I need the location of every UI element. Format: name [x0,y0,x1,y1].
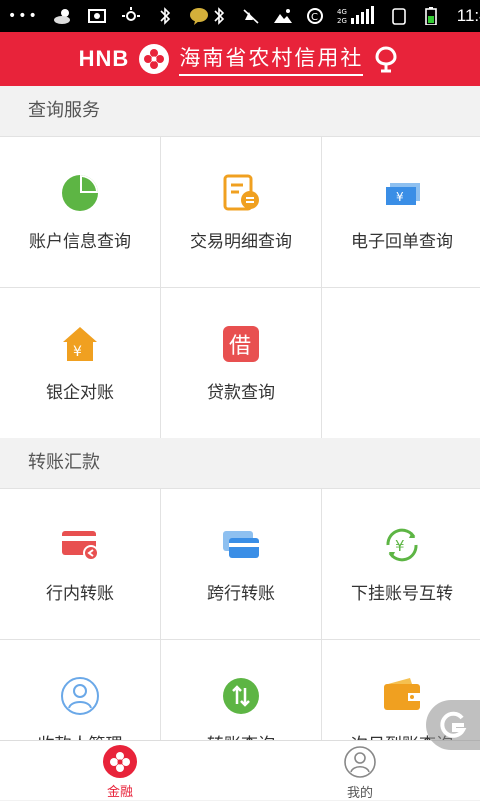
floating-assistant-button[interactable] [426,700,480,750]
transfer-query-icon [221,676,261,716]
loan-icon-text: 借 [229,334,251,359]
data-sync-icon: C [306,8,323,24]
brand-name-en: HNB [78,46,130,71]
linked-account-transfer-button[interactable]: ¥ 下挂账号互转 [322,489,480,639]
exchange-yuan-icon: ¥ [382,525,422,565]
enterprise-reconciliation-label: 银企对账 [46,383,114,403]
app-header: HNB 海南省农村信用社 [0,32,480,86]
loan-query-label: 贷款查询 [207,383,275,403]
bank-logo-icon [139,44,170,74]
loan-query-button[interactable]: 借 贷款查询 [161,288,321,438]
tab-profile-label: 我的 [346,786,373,801]
linked-account-transfer-label: 下挂账号互转 [351,584,453,604]
section-title-transfer: 转账汇款 [0,438,480,488]
bluetooth-off-icon [160,7,170,25]
bottom-tab-bar: 金融 我的 [0,740,480,801]
wallet-icon [382,676,422,716]
enterprise-reconciliation-button[interactable]: ¥ 银企对账 [0,288,160,438]
transfer-services-grid: 行内转账 跨行转账 ¥ 下挂账号互转 收款人管理 转账查询 [0,488,480,740]
account-info-query-label: 账户信息查询 [29,232,131,252]
query-services-grid: 账户信息查询 交易明细查询 ¥ 电子回单查询 ¥ 银企对账 借 贷款查询 [0,136,480,438]
clock: 11:45 [456,6,480,25]
tab-profile[interactable]: 我的 [240,741,480,801]
intra-bank-transfer-button[interactable]: 行内转账 [0,489,160,639]
finance-icon [103,745,137,778]
transaction-receipt-icon [221,173,261,213]
main-content[interactable]: 查询服务 账户信息查询 交易明细查询 ¥ 电子回单查询 ¥ 银企对账 借 贷款查… [0,86,480,740]
transaction-details-query-label: 交易明细查询 [190,232,292,252]
loan-icon: 借 [221,324,261,364]
svg-text:4G: 4G [337,8,347,16]
svg-text:2G: 2G [337,17,347,25]
weather-cloudy-icon [53,9,70,24]
intra-bank-card-icon [60,525,100,565]
tab-finance[interactable]: 金融 [0,741,240,800]
e-receipt-query-button[interactable]: ¥ 电子回单查询 [322,137,480,287]
transfer-query-button[interactable]: 转账查询 [161,640,321,740]
svg-text:C: C [311,12,318,23]
sim-icon [391,8,406,25]
inter-bank-transfer-label: 跨行转账 [207,584,275,604]
screenshot-icon [87,9,106,23]
empty-cell [322,288,480,438]
transaction-details-query-button[interactable]: 交易明细查询 [161,137,321,287]
signal-4g-2g-icon: 4G2G [337,6,374,25]
section-title-query: 查询服务 [0,86,480,136]
status-bar: ••• C 4G2G 11:45 [0,0,480,32]
e-receipt-icon: ¥ [382,173,422,213]
inter-bank-cards-icon [221,525,261,565]
intra-bank-transfer-label: 行内转账 [46,584,114,604]
transfer-query-label: 转账查询 [207,730,275,740]
payee-management-label: 收款人管理 [38,730,123,740]
svg-text:¥: ¥ [73,344,82,360]
e-receipt-query-label: 电子回单查询 [351,232,453,252]
status-bar-right: C 4G2G 11:45 [209,6,480,26]
profile-icon [343,745,377,779]
account-info-query-button[interactable]: 账户信息查询 [0,137,160,287]
credit-union-emblem-icon [375,46,397,73]
status-bar-left: ••• [8,7,209,25]
bluetooth-icon [214,7,224,25]
brand-name-cn: 海南省农村信用社 [179,42,364,76]
mute-icon [243,9,259,24]
pie-chart-icon [60,173,100,213]
floating-logo-icon [440,711,467,738]
chat-bubble-icon [189,8,208,25]
more-dots-icon: ••• [8,8,39,24]
payee-user-icon [60,676,100,716]
tab-finance-label: 金融 [106,785,133,800]
inter-bank-transfer-button[interactable]: 跨行转账 [161,489,321,639]
enterprise-house-icon: ¥ [60,324,100,364]
image-icon [273,9,292,23]
payee-management-button[interactable]: 收款人管理 [0,640,160,740]
weather-sunny-icon [121,7,140,21]
battery-icon [424,7,437,25]
svg-text:¥: ¥ [396,190,404,204]
svg-text:¥: ¥ [395,537,405,555]
